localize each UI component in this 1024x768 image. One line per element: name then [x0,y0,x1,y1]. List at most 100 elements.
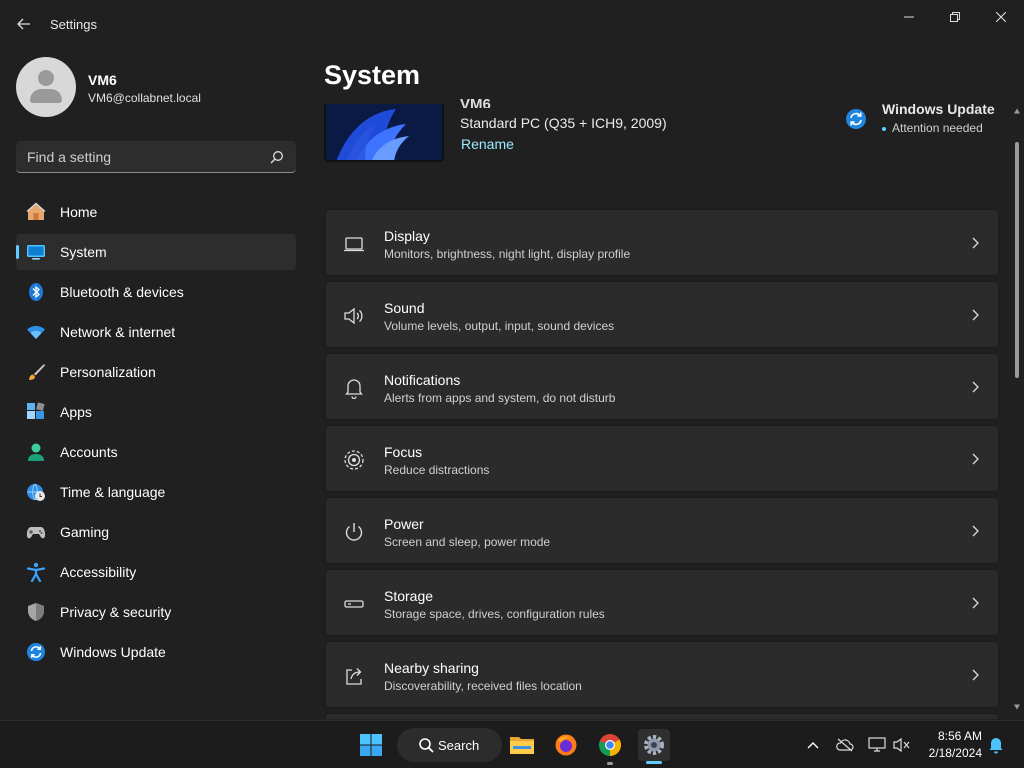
clock-date[interactable]: 2/18/2024 [920,746,982,760]
device-wallpaper-thumbnail [324,104,444,162]
close-button[interactable] [978,4,1024,30]
scroll-down-arrow-icon[interactable] [1014,704,1020,710]
start-button[interactable] [355,729,387,761]
avatar[interactable] [16,57,76,117]
chevron-right-icon [972,453,979,465]
restore-button[interactable] [932,4,978,30]
share-icon [346,668,362,685]
sidebar-item-network[interactable]: Network & internet [16,314,296,350]
sidebar-item-accessibility[interactable]: Accessibility [16,554,296,590]
sidebar-item-time-language[interactable]: Time & language [16,474,296,510]
card-notifications[interactable]: Notifications Alerts from apps and syste… [325,353,999,420]
speaker-icon [344,307,363,325]
card-focus[interactable]: Focus Reduce distractions [325,425,999,492]
card-title: Focus [384,444,423,460]
windows-logo-icon [360,734,382,756]
card-storage[interactable]: Storage Storage space, drives, configura… [325,569,999,636]
scrollbar[interactable] [1012,106,1022,718]
search-box[interactable] [16,141,296,173]
close-icon [996,12,1006,22]
windows-update-title[interactable]: Windows Update [882,101,995,117]
display-icon [344,237,364,252]
search-icon [419,738,434,753]
card-title: Sound [384,300,425,316]
shield-icon [28,603,44,621]
card-title: Power [384,516,424,532]
file-explorer-button[interactable] [506,729,538,761]
network-tray-button[interactable] [867,735,887,755]
home-icon [26,202,46,220]
chrome-button[interactable] [594,729,626,761]
sidebar-item-home[interactable]: Home [16,194,296,230]
card-nearby-sharing[interactable]: Nearby sharing Discoverability, received… [325,641,999,708]
card-subtitle: Reduce distractions [384,463,490,477]
sidebar-item-privacy-security[interactable]: Privacy & security [16,594,296,630]
sidebar-item-label: Home [60,204,98,220]
network-monitor-icon [868,737,886,752]
gear-icon [644,735,664,755]
bell-icon [989,738,1003,754]
system-icon [27,245,45,260]
restore-icon [950,12,960,22]
running-indicator [607,762,613,765]
sidebar-item-personalization[interactable]: Personalization [16,354,296,390]
volume-tray-button[interactable] [892,735,912,755]
sidebar-item-label: Personalization [60,364,156,380]
notifications-tray-button[interactable] [986,735,1006,755]
sidebar-item-windows-update[interactable]: Windows Update [16,634,296,670]
sidebar-item-accounts[interactable]: Accounts [16,434,296,470]
focus-icon [344,450,364,470]
sidebar-item-label: Windows Update [60,644,166,660]
card-title: Storage [384,588,434,604]
taskbar-search[interactable]: Search [397,728,502,762]
card-subtitle: Volume levels, output, input, sound devi… [384,319,615,333]
firefox-button[interactable] [550,729,582,761]
chrome-icon [599,734,621,756]
account-icon [28,443,44,461]
card-subtitle: Storage space, drives, configuration rul… [384,607,605,621]
windows-update-status: Attention needed [882,121,983,135]
back-arrow-icon [17,18,30,30]
taskbar-search-label: Search [438,738,480,753]
show-hidden-icons-button[interactable] [803,735,823,755]
chevron-right-icon [972,669,979,681]
settings-taskbar-button[interactable] [638,729,670,761]
wifi-icon [27,325,45,339]
card-sound[interactable]: Sound Volume levels, output, input, soun… [325,281,999,348]
apps-icon [27,402,45,419]
sidebar-item-apps[interactable]: Apps [16,394,296,430]
back-button[interactable] [10,10,38,38]
minimize-button[interactable] [886,4,932,30]
search-input[interactable] [16,141,266,172]
wallpaper-bloom-image [326,104,442,160]
rename-link[interactable]: Rename [461,136,514,152]
onedrive-tray-button[interactable] [835,735,855,755]
search-icon[interactable] [270,150,284,164]
update-icon[interactable] [845,108,867,130]
sidebar-item-label: Accounts [60,444,118,460]
sidebar-item-label: Apps [60,404,92,420]
power-icon [345,523,363,541]
chevron-right-icon [972,525,979,537]
storage-icon [344,600,364,608]
card-next-partial[interactable] [325,713,999,719]
clock-time[interactable]: 8:56 AM [920,729,982,743]
card-display[interactable]: Display Monitors, brightness, night ligh… [325,209,999,276]
gamepad-icon [26,527,46,539]
chevron-right-icon [972,309,979,321]
status-dot [882,126,886,131]
scroll-up-arrow-icon[interactable] [1014,108,1020,114]
sidebar-item-gaming[interactable]: Gaming [16,514,296,550]
sidebar-item-system[interactable]: System [16,234,296,270]
accessibility-icon [26,562,46,582]
scrollbar-thumb[interactable] [1015,142,1019,378]
cloud-offline-icon [836,738,854,752]
card-subtitle: Screen and sleep, power mode [384,535,551,549]
card-power[interactable]: Power Screen and sleep, power mode [325,497,999,564]
sidebar-item-label: Bluetooth & devices [60,284,184,300]
brush-icon [29,364,45,380]
sidebar-item-label: Time & language [60,484,166,500]
sidebar-item-bluetooth[interactable]: Bluetooth & devices [16,274,296,310]
active-app-indicator [646,761,662,764]
page-title: System [324,60,421,90]
